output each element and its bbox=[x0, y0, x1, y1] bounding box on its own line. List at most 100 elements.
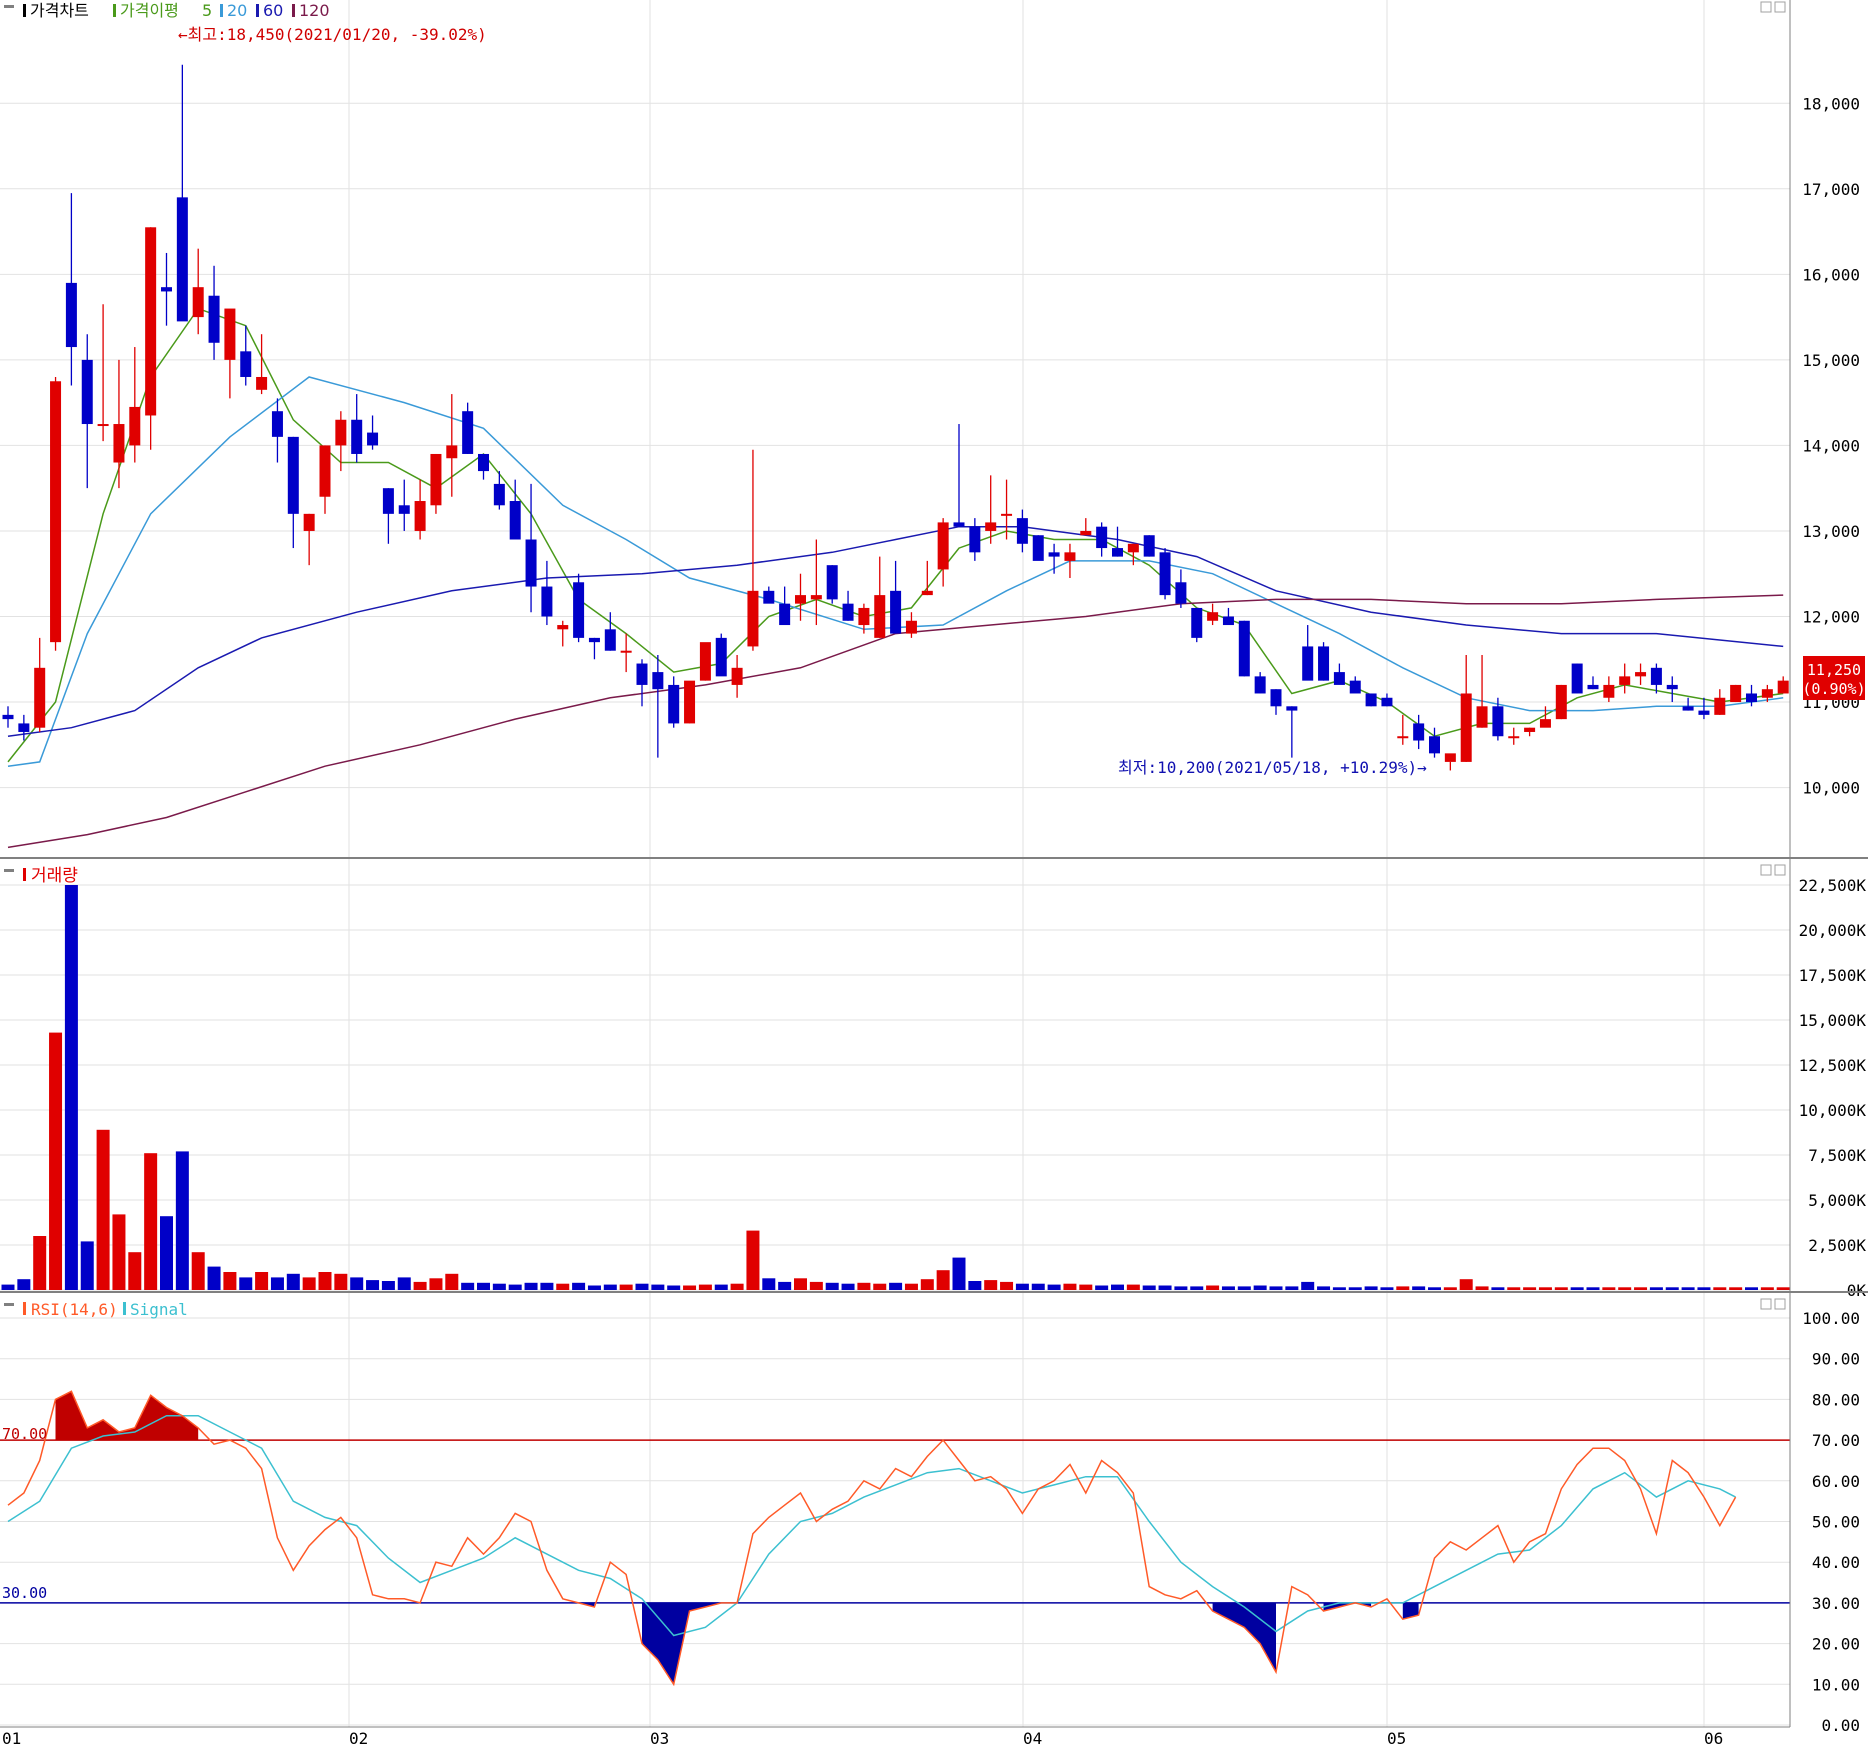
volume-bar bbox=[714, 1284, 728, 1290]
candle-body bbox=[874, 595, 886, 638]
volume-bar bbox=[1570, 1287, 1584, 1290]
volume-bar bbox=[1428, 1287, 1441, 1290]
volume-bar bbox=[873, 1283, 887, 1290]
volume-bar bbox=[603, 1284, 617, 1290]
x-tick-label: 03 bbox=[650, 1729, 669, 1746]
volume-bar bbox=[191, 1252, 205, 1290]
rsi-tick-label: 40.00 bbox=[1812, 1553, 1860, 1572]
candle bbox=[50, 376, 62, 651]
volume-bar bbox=[461, 1282, 475, 1290]
volume-bar bbox=[397, 1277, 411, 1290]
volume-bar bbox=[572, 1282, 586, 1290]
legend-swatch bbox=[23, 4, 26, 17]
volume-bar bbox=[160, 1216, 173, 1290]
candle-body bbox=[208, 295, 220, 343]
candle bbox=[1238, 620, 1250, 677]
candle-body bbox=[176, 197, 188, 322]
volume-legend-title: 거래량 bbox=[31, 866, 78, 886]
volume-bar bbox=[1491, 1287, 1505, 1290]
candle-body bbox=[462, 411, 474, 454]
minimize-icon[interactable] bbox=[1760, 1298, 1772, 1310]
candle-body bbox=[1587, 684, 1599, 690]
candle-body bbox=[192, 287, 204, 318]
candle-body bbox=[2, 714, 14, 720]
candle-body bbox=[1635, 672, 1647, 677]
current-change: (0.90%) bbox=[1802, 680, 1865, 698]
candle-body bbox=[684, 680, 696, 724]
panel-menu-icon[interactable] bbox=[4, 869, 14, 872]
rsi-legend-title: RSI(14,6) bbox=[31, 1300, 118, 1319]
candle-body bbox=[1080, 530, 1092, 536]
volume-tick-label: 10,000K bbox=[1799, 1101, 1867, 1120]
candle-body bbox=[1143, 535, 1155, 557]
minimize-icon[interactable] bbox=[1760, 1, 1772, 13]
candle-body bbox=[287, 436, 299, 514]
candle-body bbox=[715, 637, 727, 677]
price-tick-label: 12,000 bbox=[1802, 607, 1860, 626]
candle-body bbox=[826, 565, 838, 600]
volume-bar bbox=[1111, 1284, 1124, 1290]
price-tick-label: 15,000 bbox=[1802, 351, 1860, 370]
close-icon[interactable] bbox=[1774, 1298, 1786, 1310]
candle-body bbox=[1333, 672, 1345, 685]
candle-body bbox=[1571, 663, 1583, 694]
volume-bar bbox=[746, 1230, 760, 1290]
panel-menu-icon[interactable] bbox=[4, 1303, 14, 1306]
volume-bar bbox=[1538, 1287, 1552, 1290]
volume-bar bbox=[762, 1278, 776, 1290]
candle-body bbox=[430, 453, 442, 506]
volume-bar bbox=[381, 1281, 395, 1290]
candle-body bbox=[256, 376, 268, 390]
volume-tick-label: 20,000K bbox=[1799, 921, 1867, 940]
volume-bar bbox=[1221, 1286, 1235, 1290]
volume-bar bbox=[492, 1283, 506, 1290]
candle-body bbox=[1698, 710, 1710, 715]
candle bbox=[573, 573, 585, 643]
candle-body bbox=[1175, 582, 1187, 604]
legend-title: 가격차트 bbox=[30, 1, 89, 20]
candle-body bbox=[1349, 680, 1361, 694]
candle-body bbox=[890, 590, 902, 634]
candle-body bbox=[1650, 667, 1662, 685]
stock-chart: 10,00011,00012,00013,00014,00015,00016,0… bbox=[0, 0, 1868, 1746]
volume-bar bbox=[778, 1281, 792, 1290]
volume-bar bbox=[508, 1284, 522, 1290]
volume-bar bbox=[112, 1214, 126, 1290]
candle bbox=[1032, 535, 1044, 561]
candle-body bbox=[1682, 706, 1694, 711]
volume-bar bbox=[1047, 1284, 1061, 1290]
rsi-tick-label: 80.00 bbox=[1812, 1390, 1860, 1409]
candle bbox=[1318, 642, 1330, 681]
candle-body bbox=[97, 424, 109, 427]
volume-bar bbox=[144, 1153, 158, 1290]
volume-bar bbox=[1142, 1285, 1156, 1290]
x-tick-label: 05 bbox=[1387, 1729, 1406, 1746]
rsi-upper-label: 70.00 bbox=[2, 1425, 47, 1443]
candle-body bbox=[905, 620, 917, 634]
candle-body bbox=[557, 625, 569, 630]
rsi-tick-label: 90.00 bbox=[1812, 1350, 1860, 1369]
candle-body bbox=[1539, 719, 1551, 728]
volume-bar bbox=[239, 1277, 253, 1290]
close-icon[interactable] bbox=[1774, 864, 1786, 876]
candle-body bbox=[34, 667, 46, 728]
candle-body bbox=[541, 586, 553, 617]
candle-body bbox=[1746, 693, 1757, 703]
candle-body bbox=[1001, 513, 1013, 516]
volume-bar bbox=[1000, 1281, 1014, 1290]
candle-body bbox=[1460, 693, 1472, 762]
volume-bar bbox=[1317, 1286, 1331, 1290]
candle-body bbox=[795, 595, 806, 604]
rsi-tick-label: 70.00 bbox=[1812, 1431, 1860, 1450]
volume-bar bbox=[1729, 1287, 1743, 1290]
volume-tick-label: 0K bbox=[1847, 1281, 1867, 1300]
volume-tick-label: 7,500K bbox=[1808, 1146, 1866, 1165]
panel-menu-icon[interactable] bbox=[4, 5, 14, 8]
minimize-icon[interactable] bbox=[1760, 864, 1772, 876]
close-icon[interactable] bbox=[1774, 1, 1786, 13]
candle-body bbox=[351, 419, 363, 454]
price-tick-label: 17,000 bbox=[1802, 180, 1860, 199]
candle-body bbox=[509, 501, 521, 540]
candle-body bbox=[699, 642, 711, 681]
candle-body bbox=[18, 723, 30, 732]
